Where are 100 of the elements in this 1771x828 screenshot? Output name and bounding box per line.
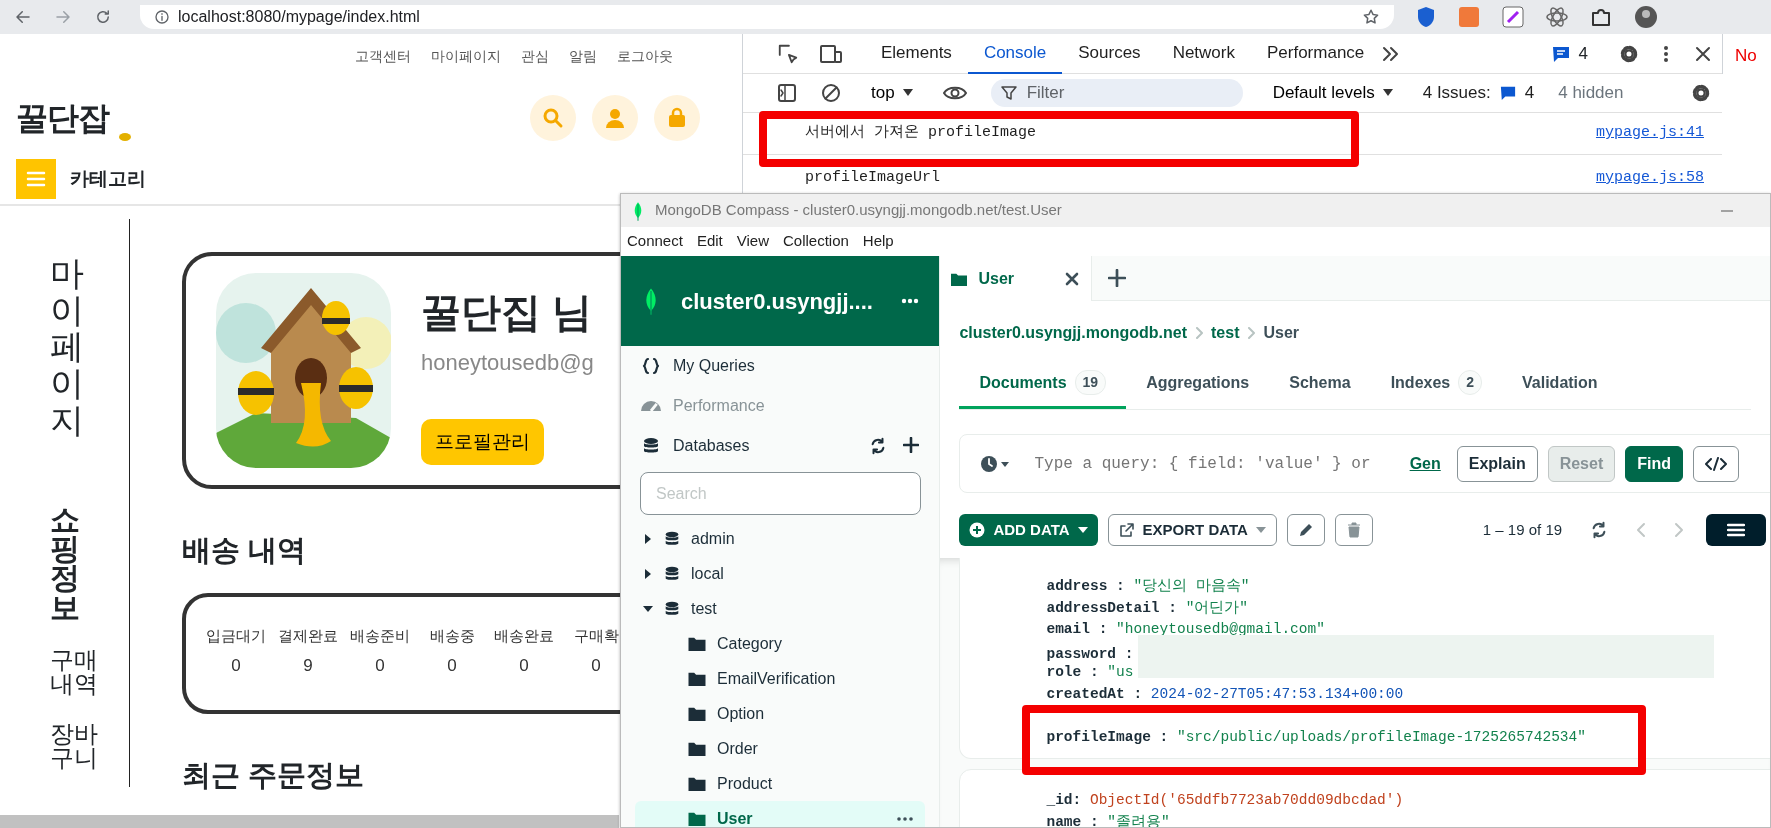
menu-item[interactable]: Collection — [783, 230, 849, 253]
close-icon[interactable] — [1694, 44, 1712, 63]
collection-subtab[interactable]: Documents 19 — [959, 359, 1127, 409]
devtools-tab[interactable]: Elements — [865, 33, 968, 74]
breadcrumb-link[interactable]: cluster0.usyngjj.mongodb.net — [959, 321, 1187, 345]
collection-subtab[interactable]: Indexes 2 — [1370, 359, 1503, 409]
devtools-tab[interactable]: Network — [1156, 33, 1251, 74]
status-count: 0 — [518, 655, 530, 677]
devtools-tab[interactable]: Performance — [1251, 33, 1381, 74]
database-item[interactable]: admin — [691, 526, 735, 551]
context-dropdown[interactable]: top — [865, 79, 919, 107]
edit-button[interactable] — [1286, 514, 1325, 546]
header-link[interactable]: 알림 — [569, 46, 597, 67]
menu-item[interactable]: Help — [862, 230, 894, 253]
clear-icon[interactable] — [821, 83, 841, 103]
inspect-icon[interactable] — [777, 42, 799, 65]
device-icon[interactable] — [819, 42, 843, 65]
plus-circle-icon — [969, 522, 986, 538]
tree-leaf-item[interactable]: Product — [621, 766, 940, 801]
query-button[interactable]: Explain — [1456, 445, 1538, 482]
more-icon[interactable] — [897, 816, 914, 821]
section-heading: 배송 내역 — [182, 533, 307, 568]
sidebar-link[interactable]: 구매내역 — [50, 648, 98, 697]
issues-count: 4 — [1524, 82, 1535, 105]
tree-leaf-item[interactable]: Category — [621, 626, 940, 661]
header-link[interactable]: 로그아웃 — [617, 46, 673, 67]
logo[interactable]: 꿀단잡 — [16, 93, 109, 142]
more-icon[interactable] — [1662, 43, 1670, 64]
database-item[interactable]: test — [691, 596, 717, 621]
query-button[interactable]: Find — [1625, 445, 1683, 482]
delete-button[interactable] — [1334, 514, 1373, 546]
query-field[interactable]: Type a query: { field: 'value' } or — [1034, 451, 1400, 476]
more-icon[interactable] — [900, 298, 919, 304]
avatar-icon[interactable] — [1634, 5, 1658, 29]
back-icon[interactable] — [14, 8, 32, 26]
atom-icon[interactable] — [1546, 6, 1568, 28]
breadcrumb-link[interactable]: User — [1263, 321, 1300, 345]
generate-link[interactable]: Gen — [1409, 451, 1441, 476]
levels-dropdown[interactable]: Default levels — [1266, 79, 1399, 107]
collection-subtab[interactable]: Schema — [1269, 359, 1371, 409]
star-icon[interactable] — [1362, 8, 1380, 26]
nav-item[interactable]: My Queries — [673, 354, 755, 378]
list-view-button[interactable] — [1706, 514, 1767, 546]
shield-icon[interactable] — [1416, 6, 1436, 28]
chevron-icon — [1247, 327, 1256, 339]
source-link[interactable]: mypage.js:58 — [1595, 167, 1704, 190]
category-label[interactable]: 카테고리 — [70, 164, 146, 194]
caret-icon — [1382, 89, 1393, 97]
expand-icon[interactable] — [643, 568, 653, 579]
add-data-button[interactable]: ADD DATA — [959, 514, 1098, 546]
header-link[interactable]: 관심 — [521, 46, 549, 67]
collapse-icon[interactable] — [643, 603, 653, 614]
console-message: profileImageUrl — [805, 168, 941, 188]
folder-icon — [687, 810, 707, 827]
devtools-tab[interactable]: Console — [967, 33, 1063, 74]
breadcrumb-link[interactable]: test — [1211, 321, 1240, 345]
address-field[interactable]: localhost:8080/mypage/index.html — [140, 5, 1394, 29]
nav-item[interactable]: Databases — [673, 434, 750, 458]
history-icon[interactable] — [980, 454, 1011, 473]
issues-label: 4 Issues: — [1422, 82, 1491, 105]
sidebar-link[interactable]: 장바구니 — [50, 722, 98, 771]
caret-icon — [1077, 526, 1088, 534]
close-icon[interactable] — [1065, 271, 1080, 286]
menu-item[interactable]: View — [736, 230, 769, 253]
tree-leaf-item[interactable]: EmailVerification — [621, 661, 940, 696]
devtools-tab[interactable]: Sources — [1062, 33, 1157, 74]
trash-icon — [1346, 522, 1361, 538]
pen-icon[interactable] — [1502, 6, 1524, 28]
collection-subtab[interactable]: Aggregations — [1126, 359, 1270, 409]
export-data-button[interactable]: EXPORT DATA — [1107, 514, 1277, 546]
database-item[interactable]: local — [691, 561, 724, 586]
tree-leaf-item[interactable]: Option — [621, 696, 940, 731]
document-field: profileImage : "src/public/uploads/profileImage-1725265742534" — [1046, 726, 1770, 748]
filter-field[interactable]: Filter — [990, 79, 1243, 107]
code-button[interactable] — [1693, 445, 1739, 482]
eye-icon[interactable] — [942, 84, 967, 102]
tree-leaf-item[interactable]: User — [635, 801, 926, 827]
status-count: 0 — [374, 655, 386, 677]
collection-subtab[interactable]: Validation — [1502, 359, 1618, 409]
menu-item[interactable]: Edit — [696, 230, 723, 253]
sidebar-icon[interactable] — [777, 83, 797, 103]
header-link[interactable]: 마이페이지 — [431, 46, 501, 67]
status-count: 0 — [446, 655, 458, 677]
expand-icon[interactable] — [643, 533, 653, 544]
status-label: 배송완료 — [493, 625, 555, 646]
count-badge: 2 — [1458, 370, 1483, 395]
reload-icon[interactable] — [94, 8, 112, 26]
profile-button[interactable]: 프로필관리 — [421, 418, 544, 466]
folder-icon — [687, 670, 707, 687]
menu-icon — [26, 170, 46, 188]
header-link[interactable]: 고객센터 — [355, 46, 411, 67]
document-field: address : "당신의 마음속" — [1046, 576, 1770, 598]
plus-icon[interactable] — [1108, 269, 1127, 287]
count-badge: 19 — [1074, 370, 1107, 395]
plus-icon[interactable] — [903, 437, 920, 453]
menu-item[interactable]: Connect — [627, 230, 683, 253]
source-link[interactable]: mypage.js:41 — [1595, 122, 1704, 145]
section-heading: 최근 주문정보 — [182, 757, 365, 793]
collection-tab[interactable]: User — [940, 256, 1093, 301]
tree-leaf-item[interactable]: Order — [621, 731, 940, 766]
